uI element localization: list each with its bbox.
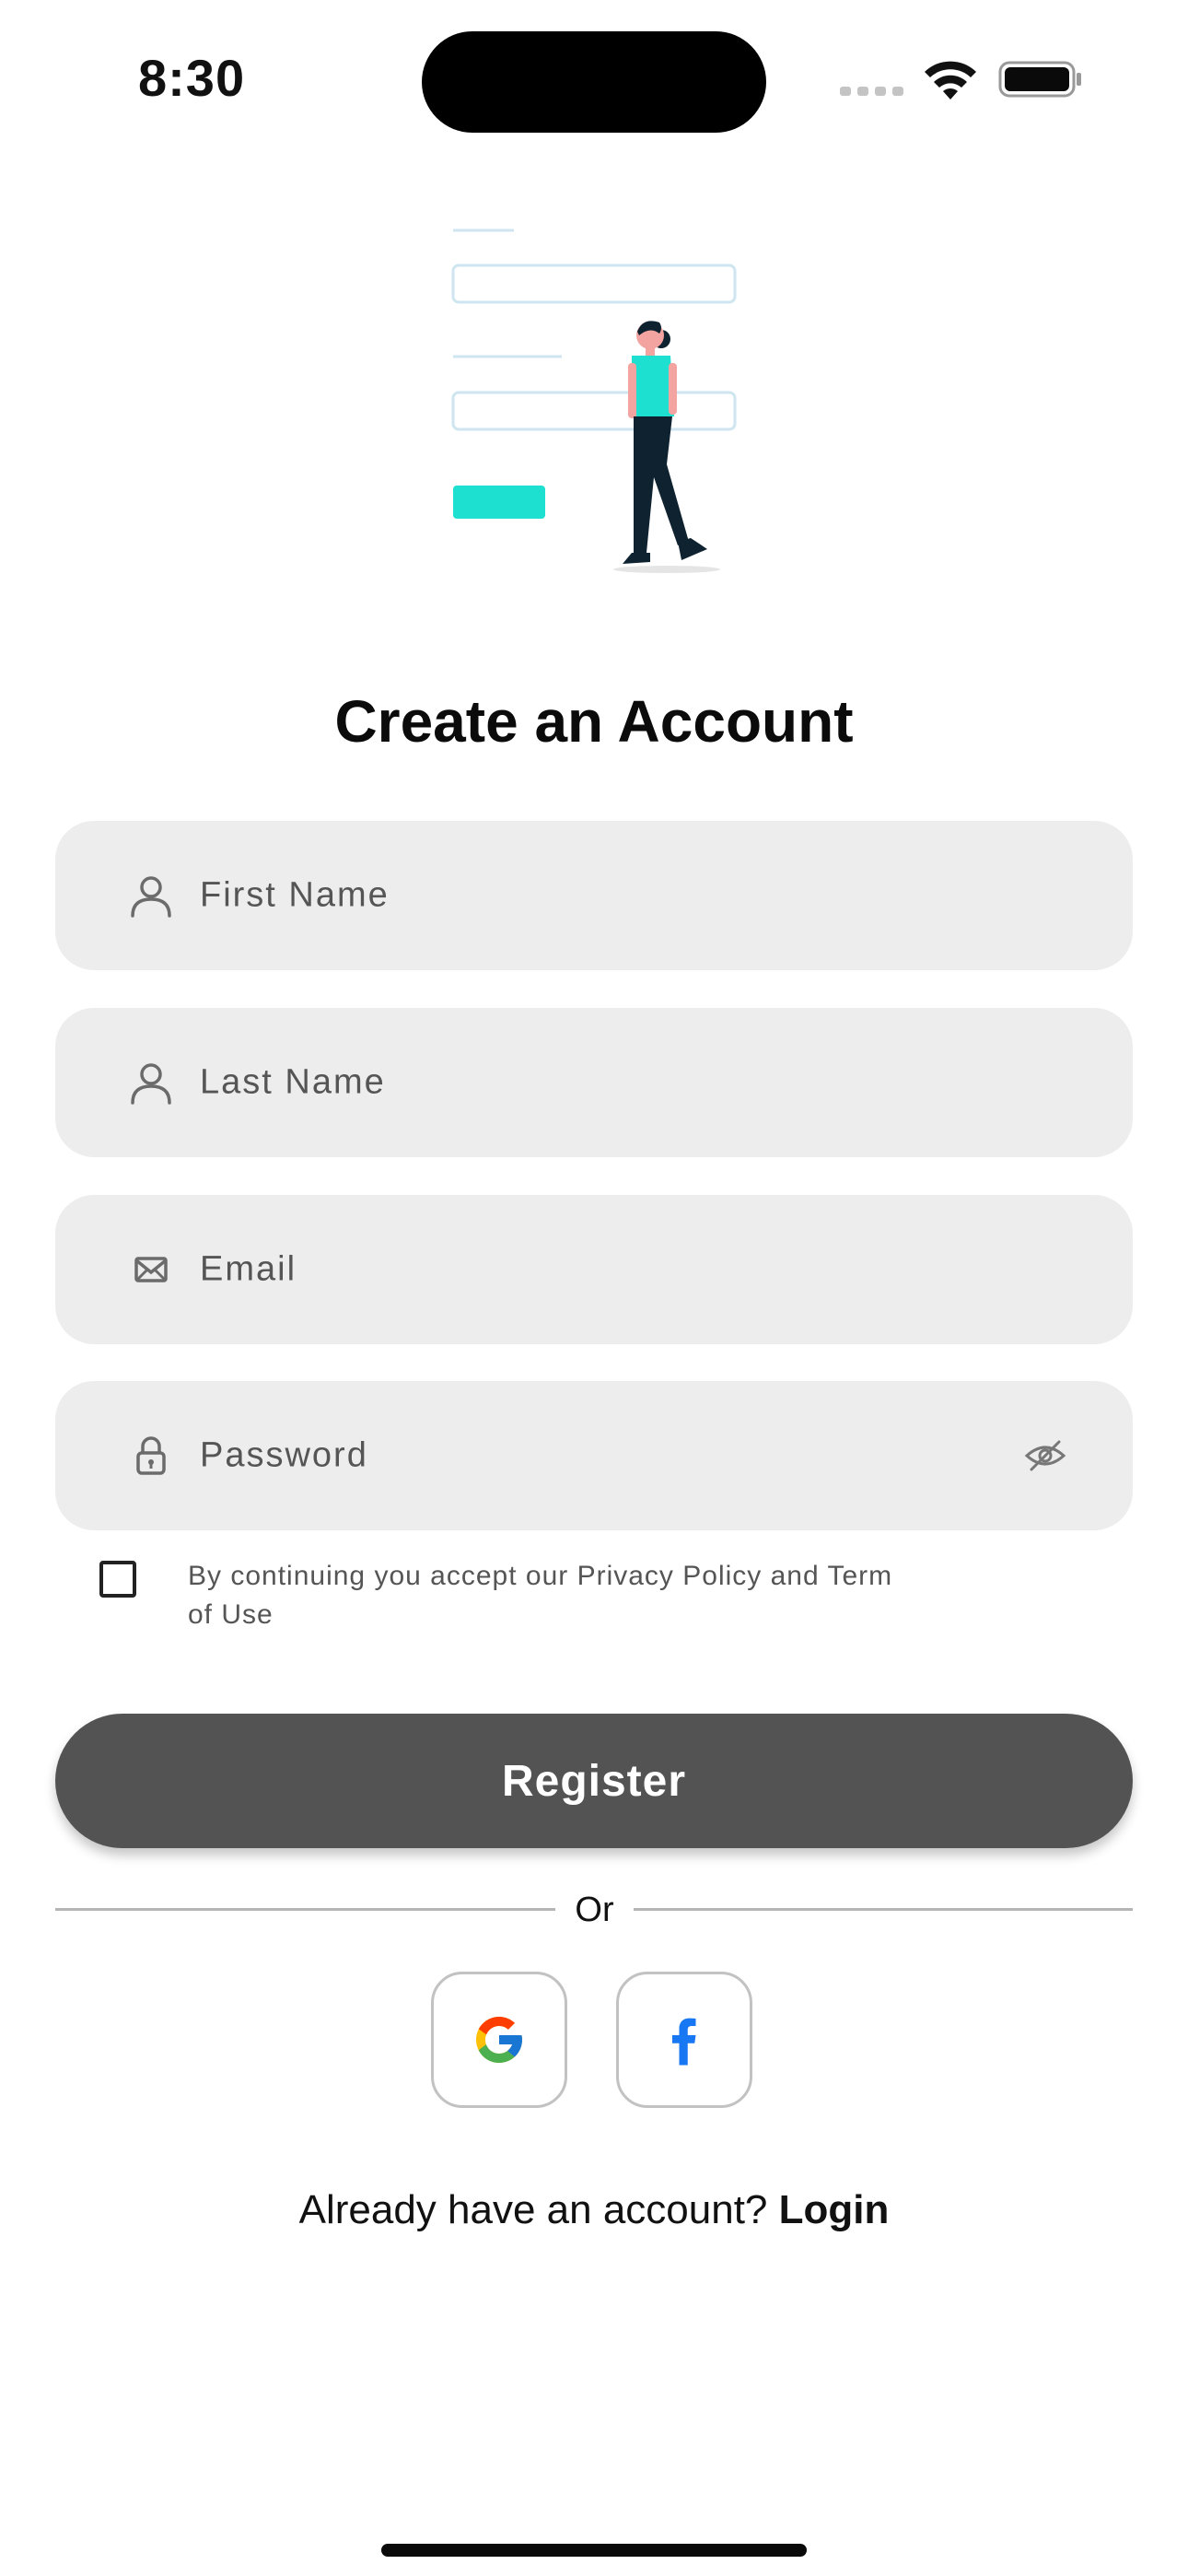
password-placeholder: Password bbox=[200, 1435, 368, 1475]
cellular-signal-icon bbox=[840, 87, 903, 96]
password-field[interactable]: Password bbox=[55, 1381, 1133, 1530]
first-name-field[interactable]: First Name bbox=[55, 821, 1133, 970]
dynamic-island bbox=[422, 31, 766, 133]
google-icon bbox=[476, 2017, 522, 2063]
status-time: 8:30 bbox=[138, 49, 246, 107]
person-icon bbox=[131, 1063, 171, 1105]
terms-text: By continuing you accept our Privacy Pol… bbox=[188, 1561, 893, 1630]
mail-icon bbox=[134, 1257, 168, 1282]
login-link[interactable]: Login bbox=[779, 2187, 890, 2232]
or-divider-label: Or bbox=[575, 1891, 614, 1929]
battery-icon bbox=[998, 61, 1081, 98]
login-prompt-text: Already have an account? bbox=[298, 2187, 768, 2232]
divider-left bbox=[55, 1908, 555, 1911]
register-button[interactable]: Register bbox=[55, 1714, 1133, 1848]
eye-off-icon[interactable] bbox=[1024, 1434, 1066, 1477]
facebook-icon bbox=[672, 2018, 696, 2066]
signup-illustration bbox=[451, 228, 737, 573]
home-indicator bbox=[381, 2544, 807, 2557]
facebook-login-button[interactable] bbox=[616, 1972, 752, 2108]
login-prompt-row: Already have an account? Login bbox=[0, 2187, 1188, 2233]
google-login-button[interactable] bbox=[431, 1972, 567, 2108]
lock-icon bbox=[136, 1436, 166, 1475]
page-title: Create an Account bbox=[334, 688, 854, 755]
email-placeholder: Email bbox=[200, 1249, 297, 1289]
email-field[interactable]: Email bbox=[55, 1195, 1133, 1344]
person-icon bbox=[131, 876, 171, 918]
divider-right bbox=[634, 1908, 1133, 1911]
last-name-placeholder: Last Name bbox=[200, 1062, 386, 1102]
first-name-placeholder: First Name bbox=[200, 875, 390, 915]
last-name-field[interactable]: Last Name bbox=[55, 1008, 1133, 1157]
terms-checkbox[interactable] bbox=[99, 1561, 136, 1598]
wifi-icon bbox=[925, 61, 976, 100]
